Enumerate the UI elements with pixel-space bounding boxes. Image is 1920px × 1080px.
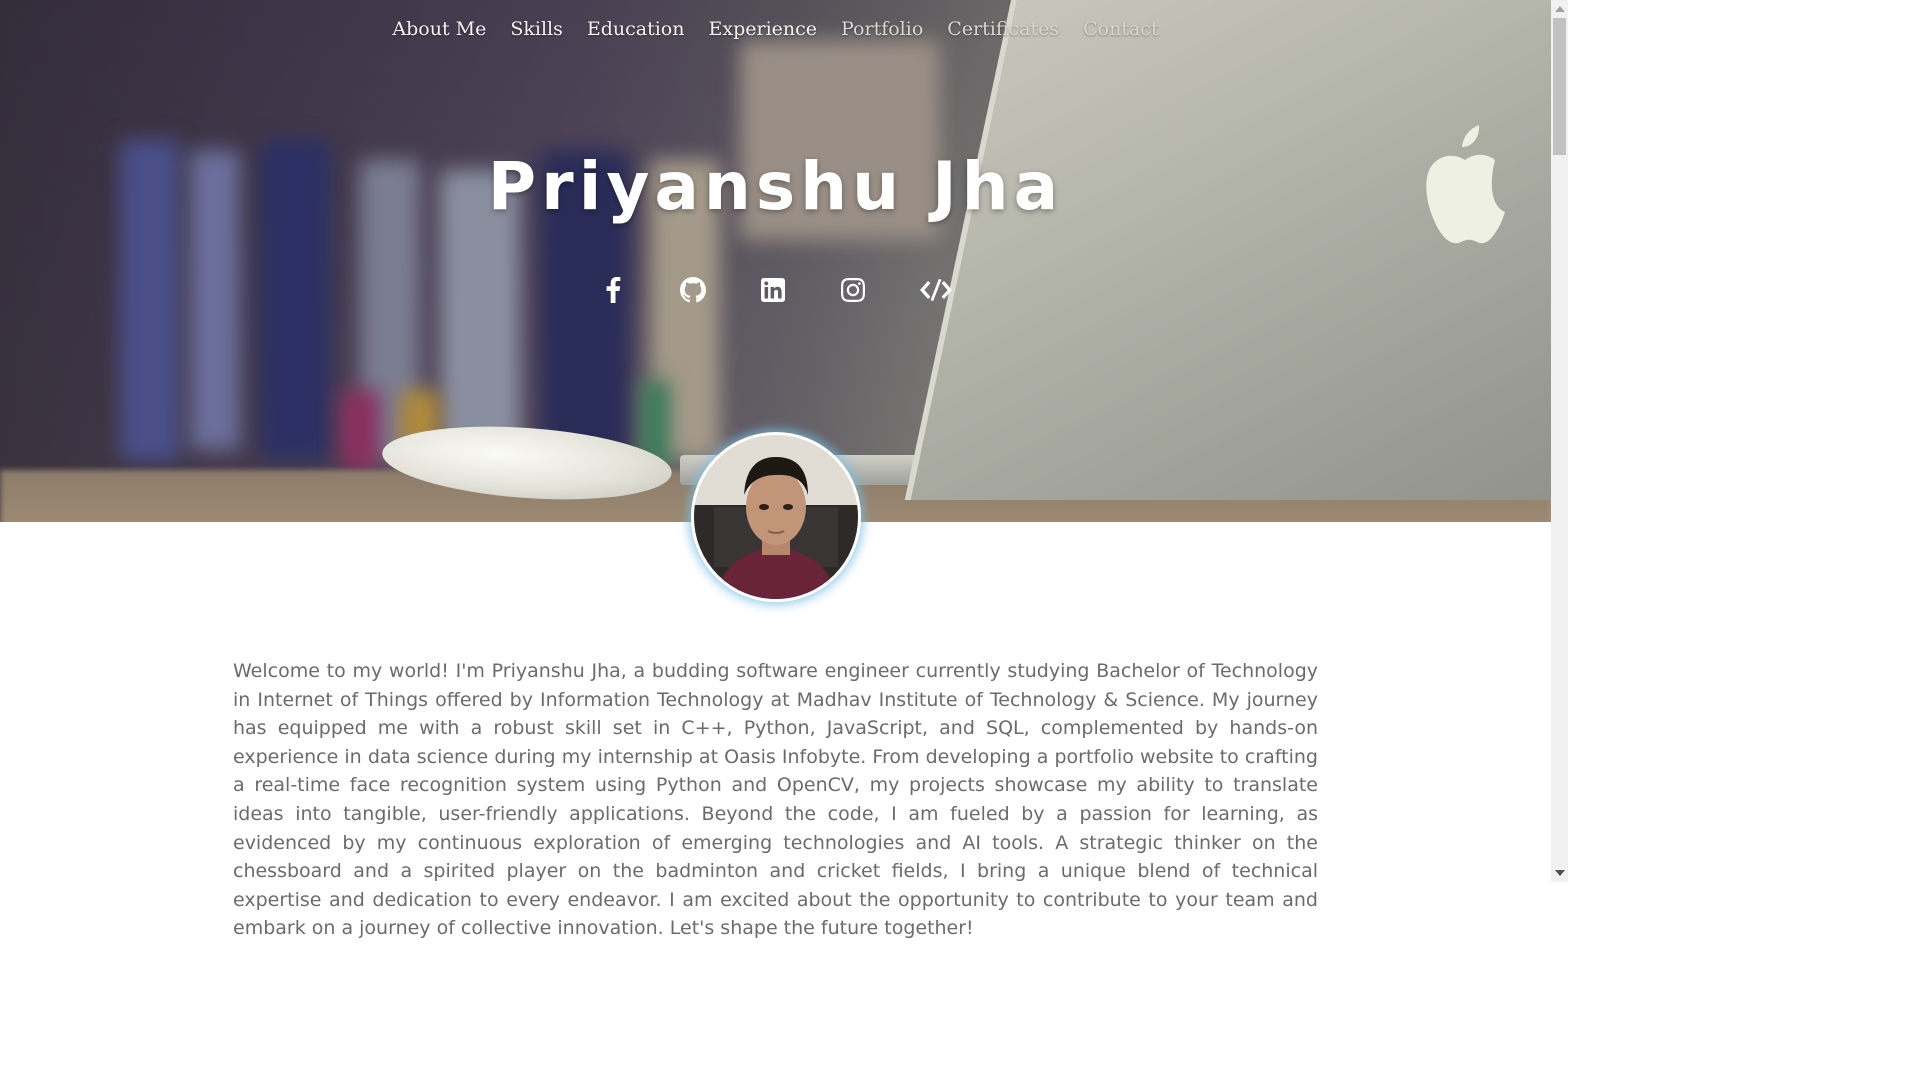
about-paragraph: Welcome to my world! I'm Priyanshu Jha, … [233,660,1318,940]
github-icon[interactable] [679,274,707,306]
instagram-icon[interactable] [839,274,867,306]
nav-portfolio[interactable]: Portfolio [841,18,923,40]
social-links [0,274,1551,306]
page-scrollbar[interactable] [1551,0,1568,882]
bookshelf-decoration [340,390,380,470]
nav-contact[interactable]: Contact [1083,18,1158,40]
top-navigation: About Me Skills Education Experience Por… [0,18,1551,40]
laptop-lid [904,0,1551,500]
scroll-up-arrow-icon[interactable] [1555,6,1565,12]
code-icon[interactable] [919,274,953,306]
linkedin-icon[interactable] [759,274,787,306]
nav-experience[interactable]: Experience [709,18,818,40]
profile-avatar [691,432,861,602]
nav-education[interactable]: Education [587,18,685,40]
nav-certificates[interactable]: Certificates [947,18,1059,40]
scroll-down-arrow-icon[interactable] [1555,870,1565,876]
scrollbar-thumb[interactable] [1553,18,1566,155]
nav-skills[interactable]: Skills [510,18,563,40]
hero-name: Priyanshu Jha [487,148,1064,225]
facebook-icon[interactable] [599,274,627,306]
nav-about-me[interactable]: About Me [392,18,486,40]
